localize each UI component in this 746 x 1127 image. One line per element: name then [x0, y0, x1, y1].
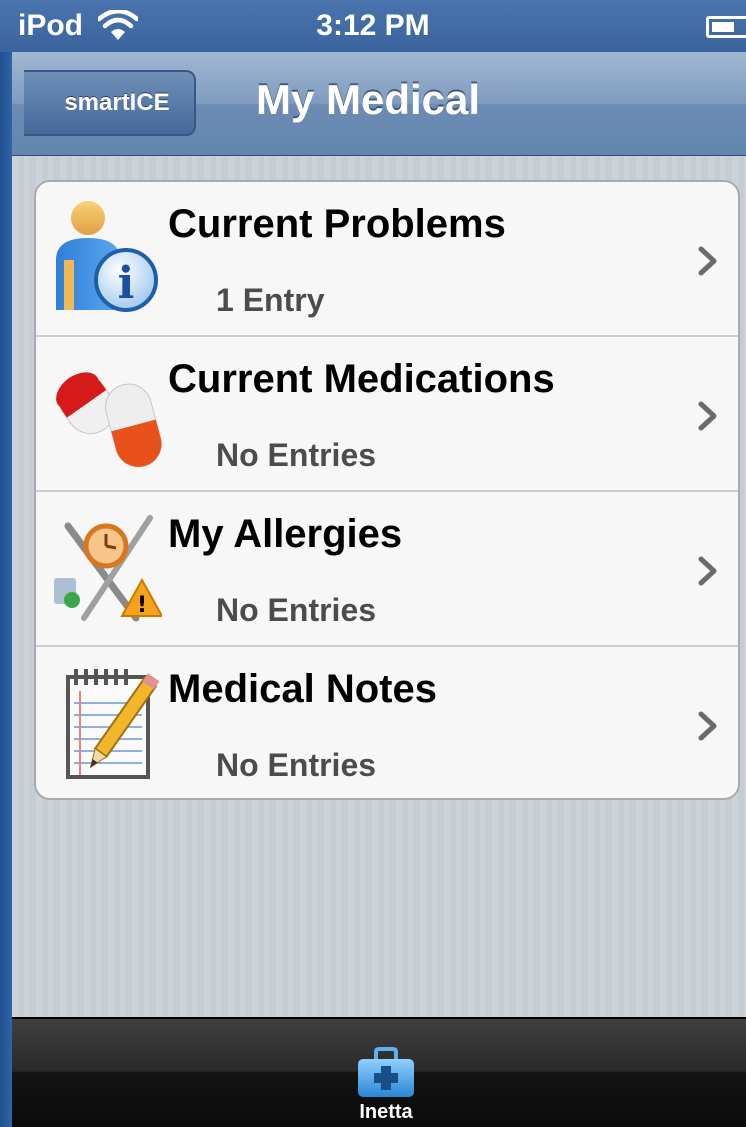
list-item-my-allergies[interactable]: ! My Allergies No Entries: [36, 492, 738, 647]
medical-sections-list: i Current Problems 1 Entry Current Medic…: [34, 180, 740, 800]
person-info-icon: i: [56, 201, 158, 312]
back-button[interactable]: smartICE: [24, 70, 196, 136]
chevron-right-icon: [698, 401, 717, 431]
battery-icon: [706, 16, 746, 38]
row-title: Current Medications: [168, 357, 555, 401]
medical-kit-icon: [358, 1047, 414, 1097]
row-title: Current Problems: [168, 202, 506, 246]
row-subtitle: 1 Entry: [216, 282, 325, 318]
row-subtitle: No Entries: [216, 437, 377, 473]
chevron-right-icon: [698, 246, 717, 276]
allergy-icon: !: [54, 515, 162, 622]
back-button-label: smartICE: [64, 89, 170, 116]
row-subtitle: No Entries: [216, 592, 377, 628]
navigation-bar: smartICE My Medical: [12, 52, 746, 156]
list-item-current-problems[interactable]: i Current Problems 1 Entry: [36, 182, 738, 337]
chevron-right-icon: [698, 556, 717, 586]
list-item-medical-notes[interactable]: Medical Notes No Entries: [36, 647, 738, 798]
content-area: i Current Problems 1 Entry Current Medic…: [12, 157, 746, 1017]
page-title: My Medical: [256, 76, 481, 123]
pills-icon: [56, 372, 162, 468]
tab-label: Inetta: [359, 1101, 413, 1123]
svg-text:i: i: [118, 258, 135, 309]
status-time: 3:12 PM: [316, 9, 430, 42]
status-bar: iPod 3:12 PM: [0, 0, 746, 52]
app-screen: smartICE My Medical i Current Problems 1…: [12, 0, 746, 1127]
list-item-current-medications[interactable]: Current Medications No Entries: [36, 337, 738, 492]
row-title: My Allergies: [168, 512, 403, 556]
notepad-icon: [66, 669, 160, 779]
tab-inetta[interactable]: Inetta: [336, 1021, 436, 1127]
row-subtitle: No Entries: [216, 747, 377, 783]
svg-text:!: !: [137, 593, 147, 618]
tab-bar: Inetta: [12, 1017, 746, 1127]
row-title: Medical Notes: [168, 667, 437, 711]
chevron-right-icon: [698, 711, 717, 741]
left-edge: [0, 0, 12, 1127]
